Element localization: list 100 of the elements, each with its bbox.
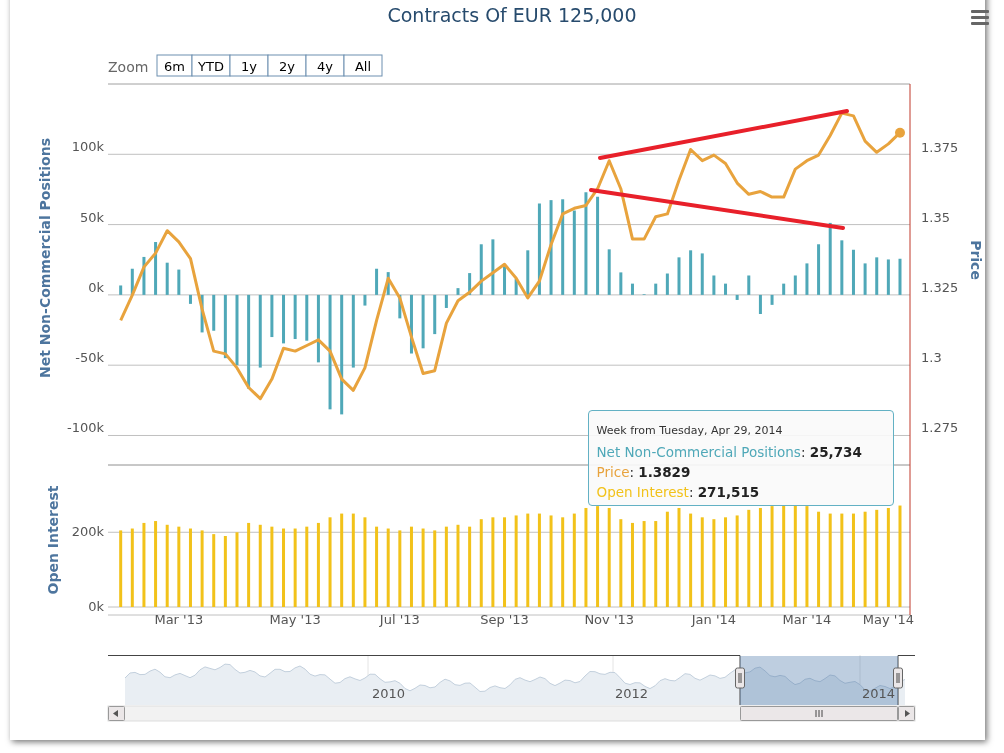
net-position-bar	[514, 278, 518, 295]
series-name: Price	[596, 463, 630, 480]
net-position-bar	[316, 294, 320, 363]
axis-title: Price	[968, 240, 984, 280]
axis-label: 0k	[88, 599, 104, 614]
net-position-bar	[235, 294, 239, 366]
net-position-bar	[724, 283, 727, 295]
net-position-bar	[630, 283, 634, 295]
net-position-bar	[793, 275, 797, 295]
net-position-bar	[188, 294, 192, 304]
navigator-label: 2010	[372, 686, 406, 701]
axis-label: 0k	[88, 279, 104, 295]
net-position-bar	[479, 244, 483, 295]
net-position-bar	[747, 275, 751, 295]
hover-marker	[895, 127, 905, 138]
series-name: Open Interest	[596, 483, 689, 500]
zoom-button[interactable]: YTD	[191, 54, 231, 77]
net-position-bar	[851, 249, 855, 295]
net-position-bar	[456, 288, 460, 295]
series-name: Net Non-Commercial Positions	[596, 443, 801, 460]
net-position-bar	[886, 259, 890, 295]
net-position-bar	[840, 240, 844, 295]
zoom-button[interactable]: 1y	[229, 54, 269, 77]
net-position-bar	[665, 273, 669, 295]
tooltip-value: : 1.3829	[629, 463, 691, 480]
navigator-handle[interactable]	[735, 667, 745, 689]
net-position-bar	[270, 294, 274, 338]
axis-title: Open Interest	[45, 485, 61, 595]
net-position-bar	[654, 283, 658, 295]
net-position-bar	[130, 268, 134, 295]
net-position-bar	[468, 273, 472, 295]
net-position-bar	[817, 244, 821, 295]
axis-label: 1.35	[921, 210, 950, 226]
axis-label: 1.275	[921, 420, 959, 436]
net-position-bar	[503, 264, 506, 295]
axis-label: 1.3	[921, 350, 942, 366]
net-position-bar	[758, 294, 762, 314]
net-position-bar	[119, 285, 123, 295]
net-position-bar	[782, 283, 786, 295]
zoom-button[interactable]: 6m	[156, 54, 193, 77]
tooltip-header: Week from Tuesday, Apr 29, 2014	[596, 423, 784, 438]
net-position-bar	[677, 257, 681, 295]
zoom-button[interactable]: 2y	[267, 54, 307, 77]
net-position-bar	[607, 249, 611, 295]
net-position-bar	[421, 294, 425, 349]
menu-icon[interactable]	[971, 10, 989, 25]
net-position-bar	[712, 275, 716, 295]
net-position-bar	[444, 294, 448, 308]
net-position-bar	[770, 294, 774, 305]
zoom-button[interactable]: 4y	[305, 54, 345, 77]
net-position-bar	[363, 294, 367, 306]
axis-title: Net Non-Commercial Positions	[37, 138, 53, 378]
axis-label: 200k	[71, 524, 104, 540]
axis-label: Jan '14	[691, 612, 737, 627]
axis-label: 100k	[71, 139, 104, 155]
navigator-label: 2014	[862, 686, 896, 701]
axis-label: 50k	[79, 209, 104, 225]
net-position-bar	[805, 263, 809, 295]
net-position-bar	[619, 272, 623, 295]
axis-label: May '13	[269, 612, 321, 627]
net-position-bar	[305, 294, 309, 341]
navigator-label: 2012	[615, 686, 649, 701]
net-position-bar	[689, 250, 693, 295]
axis-label: 1.375	[921, 140, 959, 156]
scroll-right-button[interactable]	[898, 706, 915, 721]
scrollbar-thumb[interactable]	[740, 706, 898, 721]
axis-label: Nov '13	[584, 612, 634, 627]
axis-label: 1.325	[921, 280, 959, 296]
axis-label: Mar '13	[154, 612, 204, 627]
net-position-bar	[898, 258, 902, 295]
net-position-bar	[375, 268, 379, 295]
net-position-bar	[282, 294, 285, 344]
net-position-bar	[154, 242, 158, 295]
net-position-bar	[735, 294, 739, 300]
net-position-bar	[409, 294, 413, 354]
net-position-bar	[433, 294, 437, 335]
net-position-bar	[875, 257, 879, 295]
tooltip-value: : 25,734	[800, 443, 862, 460]
axis-label: -50k	[75, 350, 104, 366]
axis-label: Sep '13	[480, 612, 529, 627]
net-position-bar	[700, 253, 704, 295]
zoom-label: Zoom	[108, 59, 149, 75]
net-position-bar	[398, 294, 402, 319]
net-position-bar	[165, 262, 169, 295]
scroll-left-button[interactable]	[108, 706, 125, 721]
chart-title: Contracts Of EUR 125,000	[387, 4, 637, 26]
open-interest-bar	[223, 536, 227, 607]
net-position-bar	[386, 272, 390, 295]
axis-label: -100k	[66, 420, 104, 436]
zoom-button[interactable]: All	[343, 54, 383, 77]
net-position-bar	[863, 263, 867, 295]
axis-label: Mar '14	[782, 612, 832, 627]
net-position-bar	[212, 294, 216, 331]
net-position-bar	[491, 239, 495, 295]
navigator-handle[interactable]	[893, 667, 903, 689]
axis-label: Jul '13	[379, 612, 420, 627]
net-position-bar	[177, 269, 181, 295]
net-position-bar	[142, 256, 146, 295]
net-position-bar	[526, 250, 530, 295]
net-position-bar	[200, 294, 204, 333]
